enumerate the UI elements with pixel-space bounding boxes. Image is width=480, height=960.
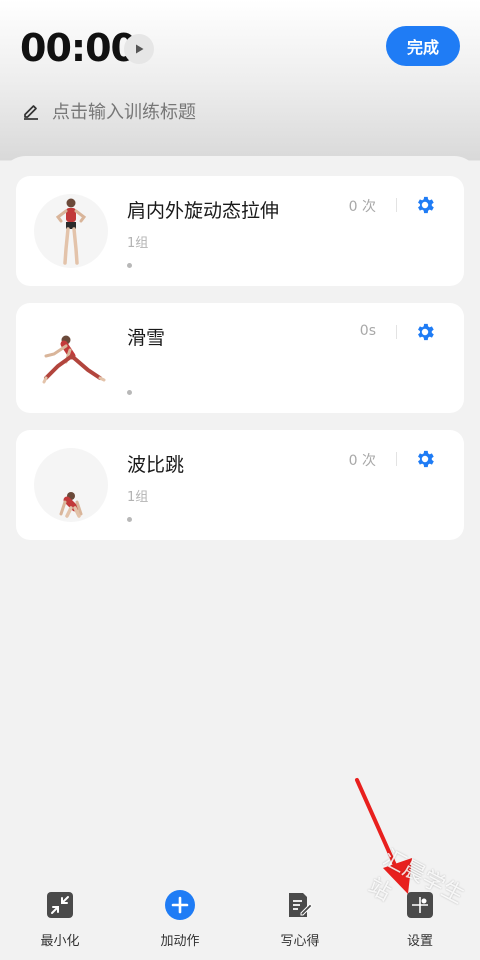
ski-figure-icon: [42, 335, 106, 384]
tab-label: 设置: [406, 934, 433, 949]
gear-icon[interactable]: [414, 321, 436, 343]
exercise-dot: [127, 517, 132, 522]
exercise-count: 0 次: [348, 453, 376, 469]
exercise-name: 肩内外旋动态拉伸: [127, 200, 280, 222]
exercise-count: 0s: [359, 323, 376, 339]
burpee-figure-icon: [59, 492, 83, 518]
gear-icon[interactable]: [414, 448, 436, 470]
exercise-list: 肩内外旋动态拉伸 1组 0 次 滑雪 0s 波比跳 1组 0 次: [0, 156, 480, 960]
add-circle-icon: [165, 890, 195, 920]
exercise-dot: [127, 390, 132, 395]
workout-screen: 00:00 完成 点击输入训练标题 肩内外旋动态拉伸 1组 0 次 滑雪 0s …: [0, 0, 480, 960]
divider: [396, 452, 397, 466]
tab-label: 加动作: [160, 934, 200, 949]
play-button[interactable]: [124, 34, 154, 64]
tab-add-exercise[interactable]: 加动作: [140, 890, 220, 949]
tab-label: 写心得: [280, 934, 320, 949]
divider: [396, 325, 397, 339]
exercise-sets: 1组: [127, 236, 149, 251]
exercise-dot: [127, 263, 132, 268]
title-placeholder: 点击输入训练标题: [52, 102, 196, 123]
workout-title-input[interactable]: 点击输入训练标题: [22, 98, 196, 124]
tab-label: 最小化: [40, 934, 80, 949]
exercise-card[interactable]: 滑雪 0s: [16, 303, 464, 413]
exercise-card[interactable]: 肩内外旋动态拉伸 1组 0 次: [16, 176, 464, 286]
exercise-thumbnail: [34, 448, 108, 522]
divider: [396, 198, 397, 212]
tab-minimize[interactable]: 最小化: [20, 890, 100, 949]
exercise-name: 滑雪: [127, 327, 166, 349]
exercise-thumbnail: [34, 194, 108, 268]
exercise-sets: 1组: [127, 490, 149, 505]
shoulder-rotation-figure-icon: [55, 198, 87, 265]
note-edit-icon: [285, 890, 315, 920]
minimize-icon: [45, 890, 75, 920]
exercise-name: 波比跳: [127, 454, 185, 476]
exercise-count: 0 次: [348, 199, 376, 215]
done-button[interactable]: 完成: [386, 26, 460, 66]
gear-icon[interactable]: [414, 194, 436, 216]
tab-write-notes[interactable]: 写心得: [260, 890, 340, 949]
workout-timer: 00:00: [20, 26, 137, 70]
pencil-icon: [24, 105, 38, 120]
play-icon: [136, 44, 144, 54]
exercise-card[interactable]: 波比跳 1组 0 次: [16, 430, 464, 540]
exercise-thumbnail: [34, 321, 108, 395]
